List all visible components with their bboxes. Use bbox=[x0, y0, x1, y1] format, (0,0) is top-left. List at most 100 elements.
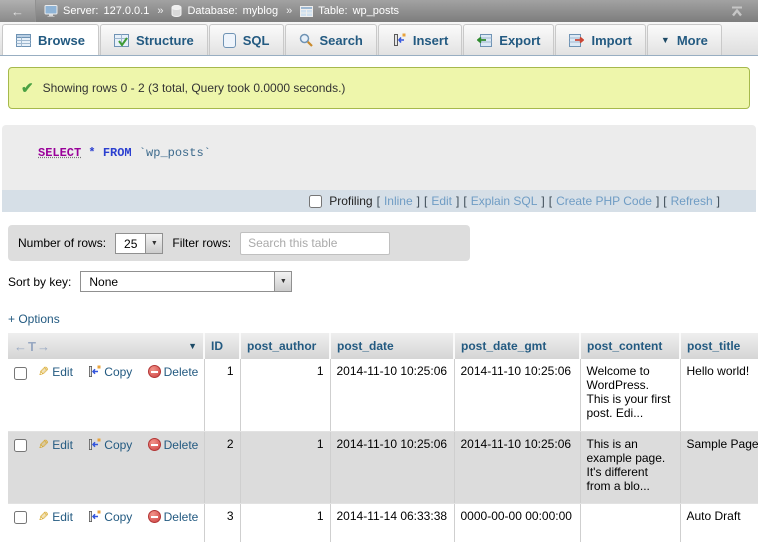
bracket: ] bbox=[417, 194, 420, 208]
row-select-checkbox[interactable] bbox=[14, 367, 27, 380]
dropdown-arrow-icon: ▼ bbox=[145, 234, 162, 253]
cell-post-author: 1 bbox=[240, 359, 330, 431]
column-nav-header: ←T→ ▼ bbox=[8, 333, 204, 359]
bracket: ] bbox=[541, 194, 544, 208]
table-icon bbox=[300, 6, 313, 17]
sql-star: * bbox=[88, 146, 95, 160]
tab-import[interactable]: Import bbox=[555, 24, 645, 55]
bracket: ] bbox=[656, 194, 659, 208]
tab-bar: Browse Structure SQL Search Insert bbox=[0, 22, 758, 56]
table-value-link[interactable]: wp_posts bbox=[353, 5, 399, 17]
tab-search[interactable]: Search bbox=[285, 24, 377, 55]
tab-sql[interactable]: SQL bbox=[209, 24, 284, 55]
row-select-checkbox[interactable] bbox=[14, 439, 27, 452]
column-header-post-author[interactable]: post_author bbox=[240, 333, 330, 359]
collapse-top-icon[interactable] bbox=[730, 5, 744, 17]
pencil-icon: ✎ bbox=[38, 509, 49, 525]
column-header-post-date-gmt[interactable]: post_date_gmt bbox=[454, 333, 580, 359]
column-header-post-content[interactable]: post_content bbox=[580, 333, 680, 359]
back-arrow-icon[interactable]: ← bbox=[0, 0, 36, 22]
filter-rows-input[interactable] bbox=[240, 232, 390, 255]
bracket: [ bbox=[463, 194, 466, 208]
row-select-checkbox[interactable] bbox=[14, 511, 27, 524]
tab-insert[interactable]: Insert bbox=[378, 24, 462, 55]
tab-label: SQL bbox=[243, 33, 270, 48]
sort-label: Sort by key: bbox=[8, 275, 71, 289]
tab-structure[interactable]: Structure bbox=[100, 24, 208, 55]
database-icon bbox=[171, 5, 182, 17]
database-label: Database: bbox=[187, 5, 237, 17]
create-php-code-link[interactable]: Create PHP Code bbox=[556, 194, 652, 208]
sort-row: Sort by key: None ▼ bbox=[8, 271, 758, 292]
edit-row-link[interactable]: ✎Edit bbox=[38, 510, 73, 524]
delete-row-link[interactable]: Delete bbox=[148, 365, 199, 379]
tab-browse[interactable]: Browse bbox=[2, 24, 99, 55]
phpmyadmin-screen: ← Server: 127.0.0.1 » Database: myblog »… bbox=[0, 0, 758, 542]
cell-post-author: 1 bbox=[240, 503, 330, 542]
rows-count-select[interactable]: 25 ▼ bbox=[115, 233, 163, 254]
dropdown-arrow-icon: ▼ bbox=[274, 272, 291, 291]
sql-query: SELECT * FROM `wp_posts` bbox=[2, 125, 756, 190]
rows-count-value: 25 bbox=[116, 234, 145, 253]
sort-key-value: None bbox=[81, 272, 274, 291]
cell-post-author: 1 bbox=[240, 431, 330, 503]
profiling-bar: Profiling [ Inline ] [ Edit ] [ Explain … bbox=[2, 190, 756, 212]
bracket: [ bbox=[377, 194, 380, 208]
column-nav-control[interactable]: ←T→ bbox=[14, 339, 51, 354]
chevron-down-icon: ▼ bbox=[661, 35, 670, 45]
cell-post-date: 2014-11-10 10:25:06 bbox=[330, 431, 454, 503]
sort-key-select[interactable]: None ▼ bbox=[80, 271, 292, 292]
table-row: ✎Edit Copy Delete 2 1 2014-11-10 10:25:0… bbox=[8, 431, 758, 503]
explain-sql-link[interactable]: Explain SQL bbox=[471, 194, 538, 208]
tab-label: Insert bbox=[413, 33, 448, 48]
search-icon bbox=[299, 33, 313, 47]
cell-post-title: Auto Draft bbox=[680, 503, 758, 542]
column-header-post-title[interactable]: post_title bbox=[680, 333, 758, 359]
filter-label: Filter rows: bbox=[172, 236, 231, 250]
server-icon bbox=[44, 5, 58, 17]
cell-post-content: Welcome to WordPress. This is your first… bbox=[580, 359, 680, 431]
inline-link[interactable]: Inline bbox=[384, 194, 413, 208]
options-toggle-link[interactable]: + Options bbox=[8, 312, 60, 326]
refresh-link[interactable]: Refresh bbox=[671, 194, 713, 208]
cell-post-date-gmt: 0000-00-00 00:00:00 bbox=[454, 503, 580, 542]
profiling-label: Profiling bbox=[329, 194, 372, 208]
edit-query-link[interactable]: Edit bbox=[431, 194, 452, 208]
success-check-icon: ✔ bbox=[21, 79, 34, 97]
table-row: ✎Edit Copy Delete 3 1 2014-11-14 06:33:3… bbox=[8, 503, 758, 542]
table-label: Table: bbox=[318, 5, 347, 17]
breadcrumb-separator: » bbox=[286, 5, 292, 17]
column-header-post-date[interactable]: post_date bbox=[330, 333, 454, 359]
tab-more[interactable]: ▼ More bbox=[647, 24, 722, 55]
with-selected-icon[interactable]: ▼ bbox=[188, 341, 197, 351]
server-label: Server: bbox=[63, 5, 98, 17]
results-table: ←T→ ▼ ID post_author post_date post_date… bbox=[8, 333, 758, 542]
tab-label: More bbox=[677, 33, 708, 48]
copy-row-link[interactable]: Copy bbox=[88, 438, 132, 452]
tab-label: Structure bbox=[136, 33, 194, 48]
status-message: ✔ Showing rows 0 - 2 (3 total, Query too… bbox=[8, 67, 750, 109]
column-header-id[interactable]: ID bbox=[204, 333, 240, 359]
delete-row-link[interactable]: Delete bbox=[148, 510, 199, 524]
edit-row-link[interactable]: ✎Edit bbox=[38, 438, 73, 452]
copy-icon bbox=[88, 365, 101, 378]
tab-label: Search bbox=[320, 33, 363, 48]
database-value-link[interactable]: myblog bbox=[243, 5, 278, 17]
query-panel: SELECT * FROM `wp_posts` Profiling [ Inl… bbox=[2, 125, 756, 212]
edit-row-link[interactable]: ✎Edit bbox=[38, 365, 73, 379]
profiling-checkbox[interactable] bbox=[309, 195, 322, 208]
cell-id: 1 bbox=[204, 359, 240, 431]
delete-icon bbox=[148, 365, 161, 378]
copy-row-link[interactable]: Copy bbox=[88, 365, 132, 379]
breadcrumb: Server: 127.0.0.1 » Database: myblog » T… bbox=[44, 5, 399, 17]
delete-row-link[interactable]: Delete bbox=[148, 438, 199, 452]
cell-post-title: Hello world! bbox=[680, 359, 758, 431]
bracket: [ bbox=[549, 194, 552, 208]
tab-export[interactable]: Export bbox=[463, 24, 554, 55]
sql-keyword-select: SELECT bbox=[38, 146, 81, 160]
pencil-icon: ✎ bbox=[38, 364, 49, 380]
copy-row-link[interactable]: Copy bbox=[88, 510, 132, 524]
server-value-link[interactable]: 127.0.0.1 bbox=[103, 5, 149, 17]
copy-icon bbox=[88, 510, 101, 523]
import-icon bbox=[569, 34, 584, 47]
